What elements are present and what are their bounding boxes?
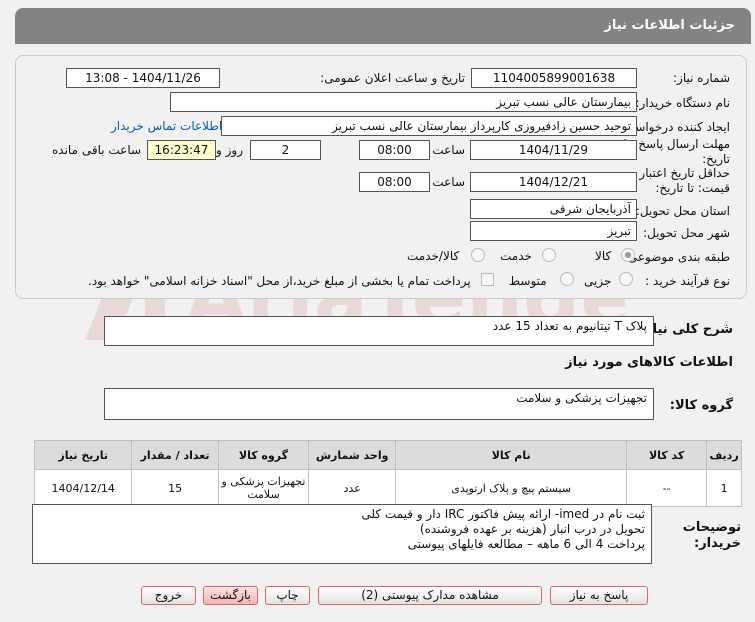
- goods-group-field[interactable]: تجهیزات پزشکی و سلامت: [104, 388, 654, 420]
- print-button[interactable]: چاپ: [265, 586, 310, 605]
- process-label: نوع فرآیند خرید :: [645, 274, 730, 288]
- cell-name: سیستم پیچ و پلاک ارتوپدی: [395, 469, 628, 507]
- col-header-date: تاریخ نیاز: [33, 440, 133, 470]
- cell-group: تجهیزات پزشکی و سلامت: [217, 469, 310, 507]
- city-label: شهر محل تحویل:: [643, 226, 730, 240]
- exit-button[interactable]: خروج: [141, 586, 196, 605]
- deadline-date-field[interactable]: 1404/11/29: [470, 140, 637, 160]
- cell-row-no: 1: [706, 469, 742, 507]
- buyer-contact-link[interactable]: اطلاعات تماس خریدار: [111, 119, 222, 133]
- remaining-time-field[interactable]: 16:23:47: [147, 140, 216, 160]
- validity-time-label: ساعت: [432, 175, 465, 189]
- goods-group-label: گروه کالا:: [669, 398, 733, 413]
- notes-label: توضیحات: [682, 520, 741, 535]
- deadline-label: مهلت ارسال پاسخ: تا: [623, 137, 730, 151]
- goods-section-title: اطلاعات کالاهای مورد نیاز: [565, 355, 733, 370]
- announce-label: تاریخ و ساعت اعلان عمومی:: [320, 71, 465, 85]
- category-radio-goods[interactable]: [621, 248, 635, 262]
- deadline-time-field[interactable]: 08:00: [359, 140, 430, 160]
- summary-text: پلاک T تیتانیوم به تعداد 15 عدد: [492, 319, 647, 333]
- summary-field[interactable]: پلاک T تیتانیوم به تعداد 15 عدد: [104, 316, 654, 346]
- need-number-field[interactable]: 1104005899001638: [471, 68, 637, 88]
- table-row[interactable]: 1 -- سیستم پیچ و پلاک ارتوپدی عدد تجهیزا…: [33, 469, 742, 507]
- validity-label: حداقل تاریخ اعتبار: [639, 166, 730, 180]
- reply-button[interactable]: پاسخ به نیاز: [550, 586, 648, 605]
- buyer-org-field[interactable]: بیمارستان عالی نسب تبریز: [170, 92, 637, 112]
- col-header-group: گروه کالا: [217, 440, 310, 470]
- remaining-time-label: ساعت باقی مانده: [52, 143, 142, 157]
- process-option-minor: جزیی: [584, 274, 612, 288]
- cell-date: 1404/12/14: [33, 469, 133, 507]
- cell-qty: 15: [131, 469, 219, 507]
- notes-line-2: تحویل در درب انبار (هزینه بر عهده فروشند…: [419, 522, 645, 536]
- category-option-both: کالا/خدمت: [407, 249, 460, 263]
- view-attachments-button[interactable]: مشاهده مدارک پیوستی (2): [318, 586, 542, 605]
- category-label: طبقه بندی موضوعی:: [623, 250, 730, 264]
- days-label: روز و: [216, 143, 243, 157]
- need-number-label: شماره نیاز:: [673, 71, 730, 85]
- validity-label-date: قیمت: تا تاریخ:: [655, 181, 730, 195]
- creator-field[interactable]: توحید حسین زادفیروزی کارپرداز بیمارستان …: [221, 116, 637, 136]
- cell-code: --: [626, 469, 708, 507]
- deadline-label-date: تاریخ:: [702, 152, 730, 166]
- col-header-unit: واحد شمارش: [308, 440, 397, 470]
- page-title: جزئیات اطلاعات نیاز: [604, 18, 735, 33]
- col-header-qty: تعداد / مقدار: [131, 440, 219, 470]
- validity-time-field[interactable]: 08:00: [359, 172, 430, 192]
- process-option-medium: متوسط: [509, 274, 547, 288]
- notes-field[interactable]: ثبت نام در imed- ارائه پیش فاکتور IRC دا…: [32, 504, 652, 564]
- province-label: استان محل تحویل:: [635, 204, 730, 218]
- province-field[interactable]: آذربایجان شرقی: [470, 199, 637, 219]
- col-header-code: کد کالا: [626, 440, 708, 470]
- category-option-service: خدمت: [500, 249, 532, 263]
- announce-datetime-field[interactable]: 1404/11/26 - 13:08: [66, 68, 220, 88]
- items-table: ردیف کد کالا نام کالا واحد شمارش گروه کا…: [33, 440, 742, 507]
- treasury-payment-note: پرداخت تمام یا بخشی از مبلغ خرید،از محل …: [88, 274, 471, 288]
- notes-line-3: پرداخت 4 الی 6 ماهه – مطالعه فایلهای پیو…: [407, 537, 645, 551]
- city-field[interactable]: تبریز: [470, 221, 637, 241]
- notes-line-1: ثبت نام در imed- ارائه پیش فاکتور IRC دا…: [361, 507, 645, 521]
- category-option-goods: کالا: [595, 249, 612, 263]
- page-header: جزئیات اطلاعات نیاز: [15, 8, 751, 44]
- category-radio-both[interactable]: [471, 248, 485, 262]
- days-remaining-field[interactable]: 2: [250, 140, 321, 160]
- process-radio-medium[interactable]: [560, 272, 574, 286]
- table-header-row: ردیف کد کالا نام کالا واحد شمارش گروه کا…: [33, 440, 742, 470]
- category-radio-service[interactable]: [542, 248, 556, 262]
- goods-group-text: تجهیزات پزشکی و سلامت: [516, 391, 647, 405]
- notes-label-buyer: خریدار:: [694, 536, 741, 551]
- cell-unit: عدد: [308, 469, 397, 507]
- buyer-org-label: نام دستگاه خریدار:: [635, 96, 731, 110]
- col-header-row-no: ردیف: [706, 440, 742, 470]
- back-button[interactable]: بازگشت: [203, 586, 258, 605]
- validity-date-field[interactable]: 1404/12/21: [470, 172, 637, 192]
- treasury-payment-checkbox[interactable]: [481, 273, 494, 286]
- deadline-time-label: ساعت: [432, 143, 465, 157]
- col-header-name: نام کالا: [395, 440, 628, 470]
- process-radio-minor[interactable]: [619, 272, 633, 286]
